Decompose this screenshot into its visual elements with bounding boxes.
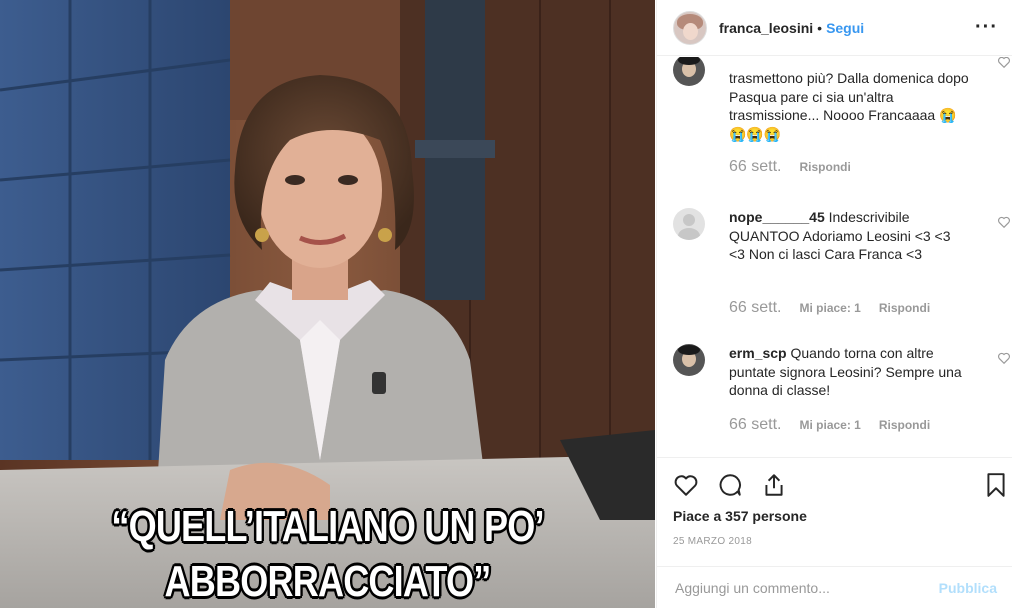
comment-meta: 66 sett. Mi piace: 1 Rispondi <box>729 299 930 317</box>
commenter-avatar[interactable] <box>673 208 705 240</box>
reply-button[interactable]: Rispondi <box>799 160 850 174</box>
post-header: franca_leosini • Segui ··· <box>657 0 1012 56</box>
comment-likes-count[interactable]: Mi piace: 1 <box>799 301 860 315</box>
comments-list[interactable]: trasmettono più? Dalla domenica dopo Pas… <box>657 57 1012 457</box>
reply-button[interactable]: Rispondi <box>879 301 930 315</box>
separator-dot: • <box>817 19 823 36</box>
bookmark-icon[interactable] <box>983 472 1009 498</box>
share-icon[interactable] <box>761 472 787 498</box>
comment-time[interactable]: 66 sett. <box>729 158 781 176</box>
comment-meta: 66 sett. Mi piace: 1 Rispondi <box>729 416 930 434</box>
comment-like-icon[interactable] <box>997 215 1011 229</box>
commenter-avatar[interactable] <box>673 57 705 86</box>
reply-button[interactable]: Rispondi <box>879 418 930 432</box>
likes-count[interactable]: Piace a 357 persone <box>673 508 807 524</box>
commenter-avatar[interactable] <box>673 344 705 376</box>
comment-time[interactable]: 66 sett. <box>729 416 781 434</box>
meme-caption-line2: ABBORRACCIATO” <box>164 557 492 606</box>
comment-text: erm_scp Quando torna con altre puntate s… <box>729 344 969 400</box>
comment-like-icon[interactable] <box>997 351 1011 365</box>
publish-button[interactable]: Pubblica <box>939 580 997 596</box>
commenter-username[interactable]: nope______45 <box>729 209 825 225</box>
commenter-username[interactable]: erm_scp <box>729 345 787 361</box>
comment-input[interactable] <box>673 578 939 597</box>
post-side-panel: franca_leosini • Segui ··· trasmettono p… <box>656 0 1012 608</box>
like-heart-icon[interactable] <box>673 472 699 498</box>
comment-like-icon[interactable] <box>997 57 1011 69</box>
comment-bubble-icon[interactable] <box>717 472 743 498</box>
comment-meta: 66 sett. Rispondi <box>729 158 851 176</box>
more-options-icon[interactable]: ··· <box>975 16 998 39</box>
comment-body: trasmettono più? Dalla domenica dopo Pas… <box>729 70 969 142</box>
comment-text: nope______45 Indescrivibile QUANTOO Ador… <box>729 208 969 264</box>
post-photo[interactable]: “QUELL’ITALIANO UN PO’ ABBORRACCIATO” <box>0 0 655 608</box>
profile-username[interactable]: franca_leosini <box>719 20 813 36</box>
follow-button[interactable]: Segui <box>826 20 864 36</box>
post-actions <box>657 457 1012 501</box>
add-comment-bar: Pubblica <box>657 566 1012 608</box>
comment-text: trasmettono più? Dalla domenica dopo Pas… <box>729 69 969 143</box>
post-date[interactable]: 25 MARZO 2018 <box>673 536 752 547</box>
meme-caption-line1: “QUELL’ITALIANO UN PO’ <box>111 502 544 551</box>
profile-avatar[interactable] <box>673 10 707 45</box>
comment-time[interactable]: 66 sett. <box>729 299 781 317</box>
comment-likes-count[interactable]: Mi piace: 1 <box>799 418 860 432</box>
